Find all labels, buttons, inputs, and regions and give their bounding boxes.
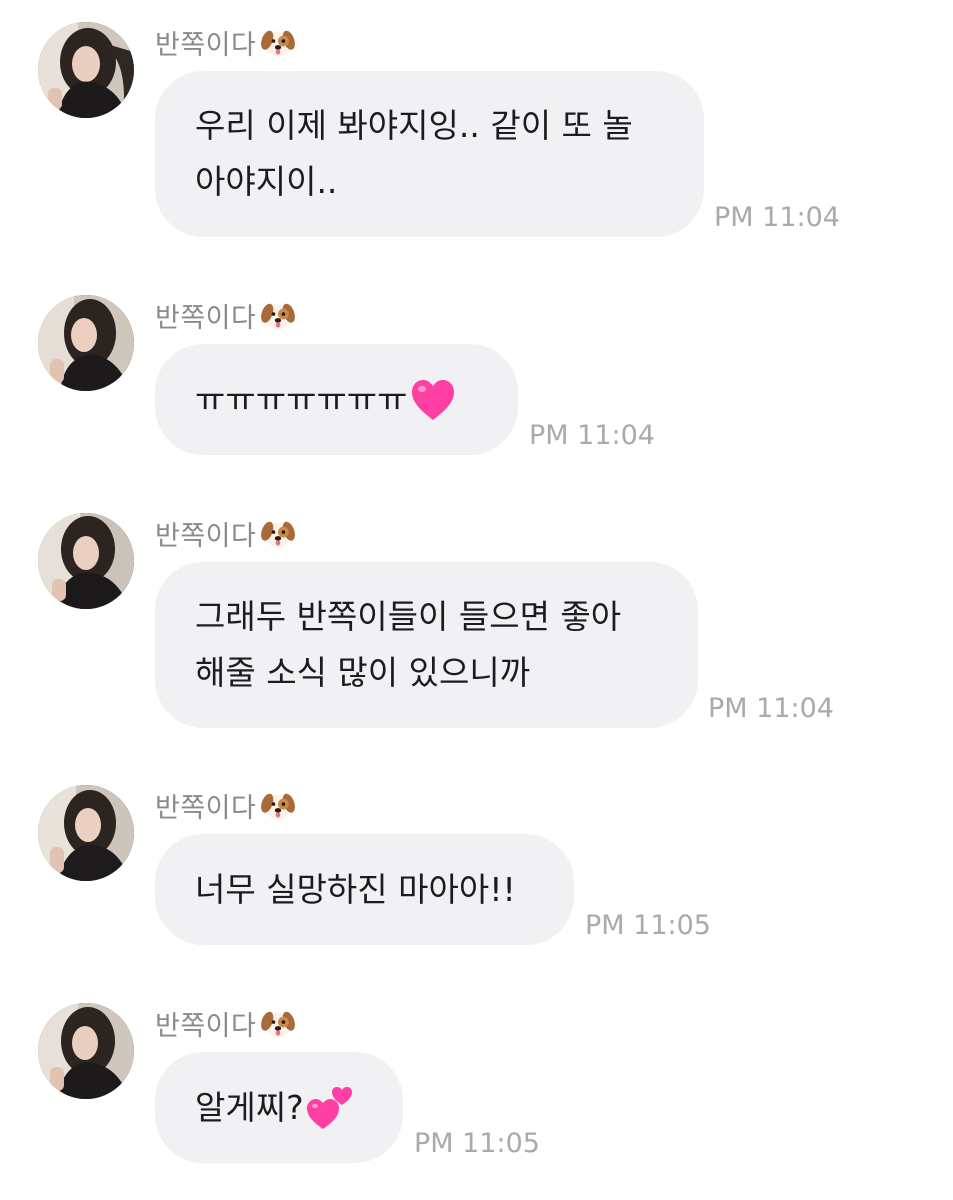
sender-name: 반쪽이다 — [155, 515, 296, 552]
avatar[interactable] — [38, 785, 134, 881]
message-item: 반쪽이다 우리 이제 봐야지잉.. 같이 또 놀 아야지이.. PM 11:04 — [0, 22, 953, 242]
pink-heart-icon — [410, 378, 456, 422]
sender-name-label: 반쪽이다 — [155, 29, 257, 61]
profile-photo-icon — [38, 1003, 134, 1099]
sender-name-label: 반쪽이다 — [155, 792, 257, 824]
message-bubble[interactable]: 너무 실망하진 마아아!! — [155, 834, 574, 945]
message-time: PM 11:04 — [714, 202, 840, 233]
avatar[interactable] — [38, 22, 134, 118]
sender-name: 반쪽이다 — [155, 297, 296, 334]
message-time: PM 11:05 — [414, 1128, 540, 1159]
sender-name: 반쪽이다 — [155, 787, 296, 824]
dog-face-icon — [260, 787, 296, 823]
message-time: PM 11:04 — [529, 420, 655, 451]
message-bubble[interactable]: 우리 이제 봐야지잉.. 같이 또 놀 아야지이.. — [155, 71, 704, 237]
message-text: ㅠㅠㅠㅠㅠㅠㅠ — [195, 379, 408, 419]
message-time: PM 11:05 — [585, 910, 711, 941]
message-time: PM 11:04 — [708, 693, 834, 724]
dog-face-icon — [260, 297, 296, 333]
avatar[interactable] — [38, 513, 134, 609]
dog-face-icon — [260, 515, 296, 551]
profile-photo-icon — [38, 295, 134, 391]
two-hearts-icon — [306, 1085, 354, 1131]
profile-photo-icon — [38, 785, 134, 881]
message-text: 우리 이제 봐야지잉.. 같이 또 놀 아야지이.. — [195, 106, 633, 201]
sender-name: 반쪽이다 — [155, 1005, 296, 1042]
message-text: 그래두 반쪽이들이 들으면 좋아 해줄 소식 많이 있으니까 — [195, 597, 622, 692]
avatar[interactable] — [38, 1003, 134, 1099]
profile-photo-icon — [38, 22, 134, 118]
message-item: 반쪽이다 너무 실망하진 마아아!! PM 11:05 — [0, 785, 953, 950]
sender-name-label: 반쪽이다 — [155, 520, 257, 552]
message-bubble[interactable]: 알게찌? — [155, 1052, 403, 1163]
profile-photo-icon — [38, 513, 134, 609]
dog-face-icon — [260, 1005, 296, 1041]
dog-face-icon — [260, 24, 296, 60]
sender-name-label: 반쪽이다 — [155, 1010, 257, 1042]
message-item: 반쪽이다 그래두 반쪽이들이 들으면 좋아 해줄 소식 많이 있으니까 PM 1… — [0, 513, 953, 733]
message-text: 알게찌? — [195, 1087, 304, 1127]
message-bubble[interactable]: 그래두 반쪽이들이 들으면 좋아 해줄 소식 많이 있으니까 — [155, 562, 698, 728]
message-bubble[interactable]: ㅠㅠㅠㅠㅠㅠㅠ — [155, 344, 518, 455]
message-text: 너무 실망하진 마아아!! — [195, 869, 516, 909]
avatar[interactable] — [38, 295, 134, 391]
sender-name: 반쪽이다 — [155, 24, 296, 61]
message-item: 반쪽이다 ㅠㅠㅠㅠㅠㅠㅠ PM 11:04 — [0, 295, 953, 460]
sender-name-label: 반쪽이다 — [155, 302, 257, 334]
message-item: 반쪽이다 알게찌? PM 11:05 — [0, 1003, 953, 1168]
